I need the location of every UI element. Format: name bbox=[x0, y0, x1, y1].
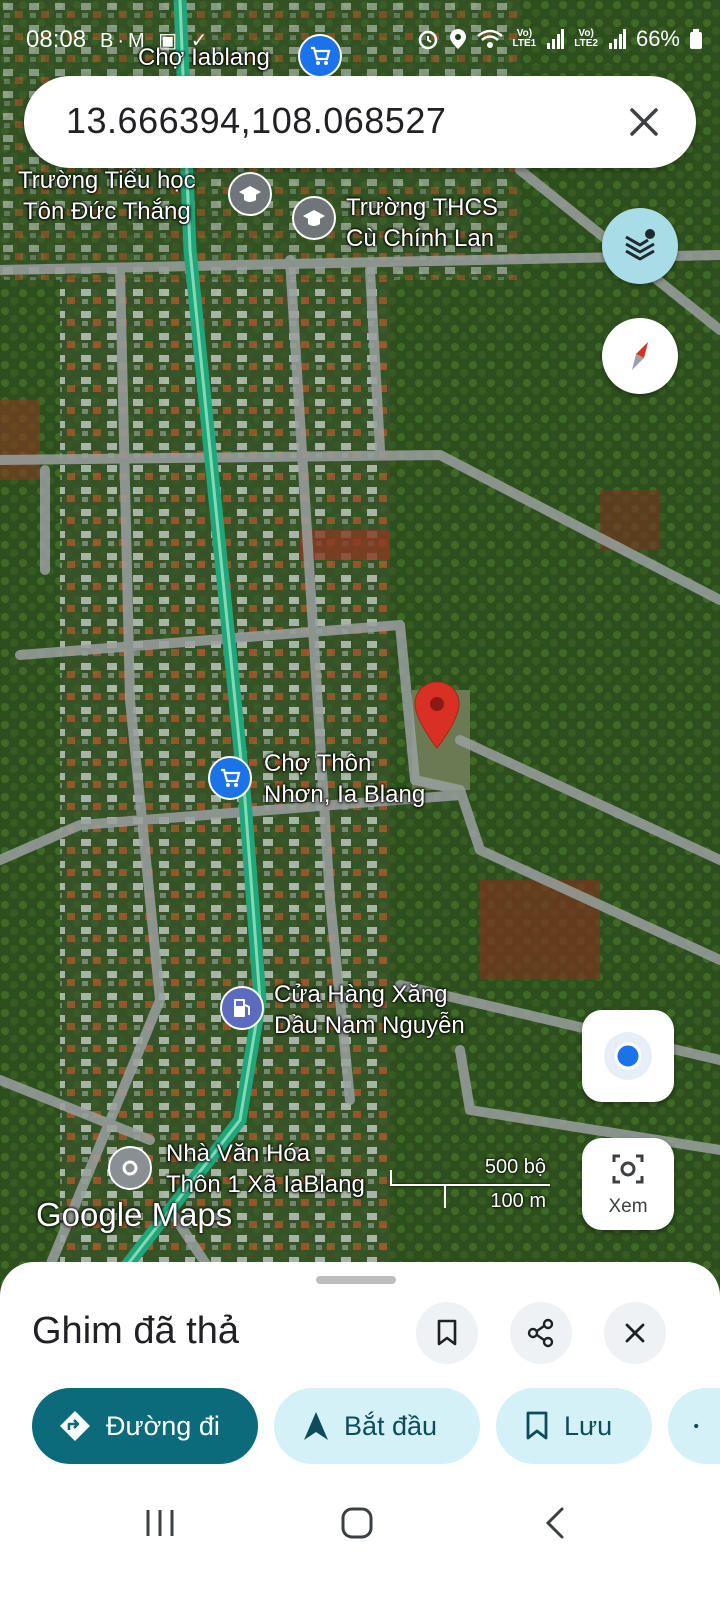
drag-handle[interactable] bbox=[316, 1276, 396, 1284]
share-icon bbox=[527, 1318, 554, 1348]
place-label-cho-iablang[interactable]: Chợ Iablang bbox=[138, 42, 270, 73]
dropped-pin-icon[interactable] bbox=[412, 680, 462, 750]
save-label: Lưu bbox=[564, 1410, 613, 1441]
sheet-title: Ghim đã thả bbox=[32, 1310, 239, 1352]
more-icon bbox=[694, 1423, 699, 1429]
signal-icon-1 bbox=[547, 29, 565, 49]
shop-poi-icon[interactable] bbox=[208, 756, 252, 800]
start-label: Bắt đầu bbox=[344, 1410, 438, 1441]
my-location-icon bbox=[604, 1032, 652, 1080]
battery-percent: 66% bbox=[635, 26, 680, 51]
battery-icon bbox=[690, 29, 702, 49]
place-label-cua-hang-xang-dau[interactable]: Cửa Hàng Xăng Dầu Nam Nguyễn bbox=[274, 979, 465, 1041]
save-button[interactable]: Lưu bbox=[496, 1388, 652, 1464]
signal-icon-2 bbox=[608, 29, 626, 49]
scale-tick-left bbox=[390, 1170, 392, 1186]
status-right-cluster: Vo) LTE1 Vo) LTE2 66% bbox=[417, 26, 702, 52]
scale-tick-mid bbox=[444, 1184, 446, 1208]
place-label-nha-van-hoa[interactable]: Nhà Văn Hóa Thôn 1 Xã IaBlang bbox=[166, 1138, 365, 1200]
google-maps-logo: Google Maps bbox=[36, 1196, 233, 1233]
alarm-icon bbox=[418, 30, 437, 50]
compass-icon bbox=[632, 342, 648, 370]
close-icon[interactable] bbox=[622, 100, 666, 144]
system-nav-bar bbox=[0, 1490, 720, 1600]
sim1-label: Vo) LTE1 bbox=[512, 28, 537, 49]
navigation-arrow-icon bbox=[304, 1412, 328, 1440]
place-poi-icon[interactable] bbox=[108, 1146, 152, 1190]
view-button-label: Xem bbox=[608, 1196, 648, 1217]
home-icon[interactable] bbox=[340, 1506, 374, 1540]
scale-metric: 100 m bbox=[490, 1190, 546, 1212]
shop-poi-icon[interactable] bbox=[298, 34, 342, 78]
close-sheet-button[interactable] bbox=[604, 1302, 666, 1364]
location-icon bbox=[449, 29, 466, 49]
place-label-truong-cu-chinh-lan[interactable]: Trường THCS Cù Chính Lan bbox=[346, 192, 498, 254]
place-label-truong-ton-duc-thang[interactable]: Trường Tiểu học Tôn Đức Thắng bbox=[18, 165, 196, 227]
back-icon[interactable] bbox=[544, 1506, 566, 1540]
sim2-label: Vo) LTE2 bbox=[574, 28, 598, 49]
directions-icon bbox=[60, 1411, 90, 1441]
more-actions-chip[interactable] bbox=[668, 1388, 720, 1464]
lens-camera-icon bbox=[612, 1154, 644, 1184]
scale-imperial: 500 bộ bbox=[484, 1156, 546, 1178]
bookmark-icon bbox=[437, 1319, 457, 1346]
status-bar: 08:08 B·M ▣ ✓ Vo) LTE1 Vo) LTE2 66% bbox=[0, 0, 720, 80]
map-scale: 500 bộ 100 m bbox=[390, 1156, 550, 1218]
directions-button[interactable]: Đường đi bbox=[32, 1388, 258, 1464]
search-box[interactable]: 13.666394,108.068527 bbox=[24, 76, 696, 168]
place-label-cho-thon-nhon[interactable]: Chợ Thôn Nhơn, Ia Blang bbox=[264, 748, 425, 810]
my-location-button[interactable] bbox=[582, 1010, 674, 1102]
close-icon bbox=[625, 1323, 645, 1343]
directions-label: Đường đi bbox=[106, 1410, 220, 1441]
layers-button[interactable] bbox=[602, 208, 678, 284]
gas-station-icon[interactable] bbox=[220, 986, 264, 1030]
compass-button[interactable] bbox=[602, 318, 678, 394]
save-icon-button[interactable] bbox=[416, 1302, 478, 1364]
status-time: 08:08 bbox=[26, 26, 87, 53]
school-poi-icon[interactable] bbox=[292, 196, 336, 240]
start-button[interactable]: Bắt đầu bbox=[274, 1388, 480, 1464]
search-input[interactable]: 13.666394,108.068527 bbox=[66, 100, 446, 142]
share-button[interactable] bbox=[510, 1302, 572, 1364]
view-button[interactable]: Xem bbox=[582, 1138, 674, 1230]
school-poi-icon[interactable] bbox=[228, 172, 272, 216]
recent-apps-icon[interactable] bbox=[144, 1508, 176, 1538]
wifi-icon bbox=[476, 29, 503, 48]
layers-icon bbox=[625, 229, 655, 261]
scale-bar bbox=[390, 1184, 550, 1186]
bookmark-icon bbox=[526, 1411, 548, 1440]
